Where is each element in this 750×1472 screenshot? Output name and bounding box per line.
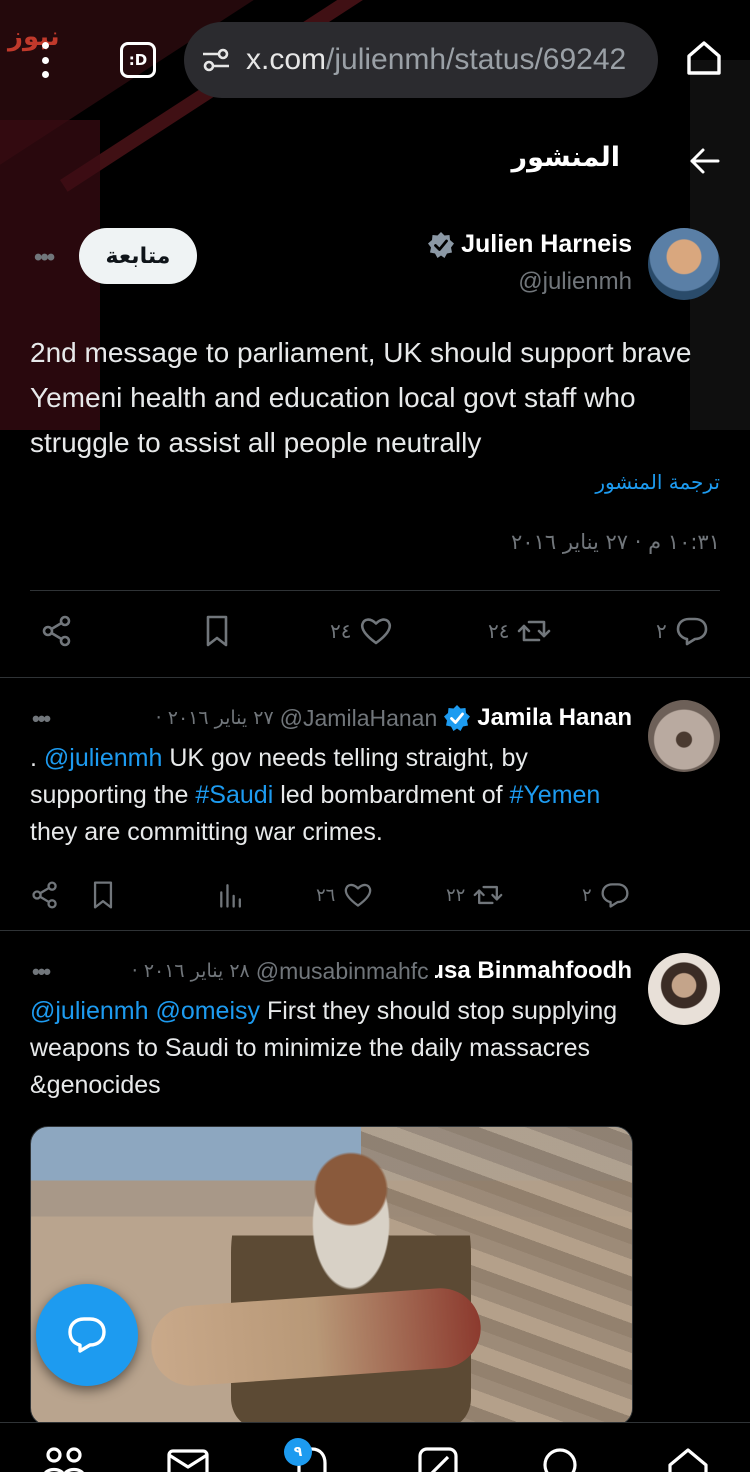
- follow-button[interactable]: متابعة: [79, 228, 197, 284]
- post-header: المنشور: [0, 130, 750, 190]
- avatar[interactable]: [648, 700, 720, 772]
- more-options-icon[interactable]: •••: [32, 706, 51, 732]
- nav-messages[interactable]: [166, 1445, 210, 1472]
- divider: [0, 930, 750, 931]
- reply-text: . @julienmh UK gov needs telling straigh…: [30, 744, 601, 846]
- repost-icon: [518, 620, 551, 642]
- reply-button[interactable]: ٢: [656, 614, 709, 648]
- grok-icon: [418, 1447, 458, 1472]
- share-icon: [32, 881, 57, 909]
- mention-link[interactable]: @julienmh: [44, 744, 162, 772]
- reply-button[interactable]: ٢: [582, 880, 630, 910]
- heart-icon: [345, 883, 372, 907]
- nav-search[interactable]: [540, 1445, 584, 1472]
- author-handle[interactable]: @julienmh: [518, 268, 632, 296]
- mention-link[interactable]: @omeisy: [155, 997, 260, 1025]
- home-icon: [668, 1448, 708, 1472]
- browser-toolbar: نيوز :D x.com/julienmh/status/69242: [0, 0, 750, 120]
- like-count: ٢٤: [330, 619, 352, 643]
- reply-actions: ٢٦ ٢٢ ٢: [0, 872, 750, 916]
- tab-switcher-button[interactable]: :D: [120, 42, 156, 78]
- more-options-icon[interactable]: •••: [34, 244, 55, 272]
- views-button[interactable]: [216, 880, 246, 910]
- reply-handle[interactable]: @musabinmahfc: [256, 958, 429, 985]
- share-button[interactable]: [30, 880, 60, 910]
- site-settings-icon[interactable]: [200, 44, 232, 76]
- bookmark-icon: [206, 615, 228, 647]
- repost-count: ٢٢: [446, 884, 466, 906]
- tweet-timestamp[interactable]: ١٠:٣١ م · ٢٧ يناير ٢٠١٦: [511, 530, 720, 554]
- hashtag-link[interactable]: #Yemen: [510, 781, 601, 809]
- tweet-text: 2nd message to parliament, UK should sup…: [30, 337, 692, 458]
- address-bar[interactable]: x.com/julienmh/status/69242: [184, 22, 658, 98]
- reply-header: · ٢٨ يناير ٢٠١٦ @musabinmahfc ɹsa Binmah…: [132, 957, 632, 985]
- verified-badge-icon: [428, 231, 455, 258]
- mention-link[interactable]: @julienmh: [30, 997, 148, 1025]
- repost-button[interactable]: ٢٢: [446, 880, 503, 910]
- reply-count: ٢: [656, 619, 667, 643]
- url-text: x.com/julienmh/status/69242: [246, 43, 627, 76]
- divider: [0, 677, 750, 678]
- tweet-media-image[interactable]: [30, 1126, 633, 1426]
- notification-badge: ٩: [284, 1438, 312, 1466]
- reply-header: · ٢٧ يناير ٢٠١٦ @JamilaHanan Jamila Hana…: [156, 704, 632, 732]
- share-icon: [42, 615, 71, 647]
- like-count: ٢٦: [316, 884, 336, 906]
- bookmark-button[interactable]: [200, 614, 234, 648]
- analytics-icon: [220, 884, 241, 908]
- share-button[interactable]: [40, 614, 74, 648]
- reply-author-name[interactable]: ɹsa Binmahfoodh: [435, 957, 632, 985]
- chat-bubble-icon: [68, 1317, 106, 1353]
- like-button[interactable]: ٢٦: [316, 880, 373, 910]
- comment-icon: [676, 617, 708, 646]
- hashtag-link[interactable]: #Saudi: [195, 781, 273, 809]
- avatar[interactable]: [648, 228, 720, 300]
- bookmark-button[interactable]: [88, 880, 118, 910]
- nav-communities[interactable]: [42, 1445, 86, 1472]
- reply-author-name[interactable]: Jamila Hanan: [477, 704, 632, 732]
- verified-badge-icon: [444, 705, 471, 731]
- repost-icon: [473, 885, 503, 905]
- repost-button[interactable]: ٢٤: [488, 614, 551, 648]
- author-name: Julien Harneis: [461, 230, 632, 258]
- tweet-actions: ٢٤ ٢٤ ٢: [0, 606, 750, 662]
- site-logo: نيوز: [8, 22, 60, 52]
- page-title: المنشور: [511, 142, 620, 173]
- home-icon[interactable]: [684, 38, 724, 78]
- reply-date[interactable]: · ٢٨ يناير ٢٠١٦: [132, 960, 250, 982]
- heart-icon: [361, 618, 392, 645]
- back-arrow-icon[interactable]: [688, 144, 722, 178]
- reply-date[interactable]: · ٢٧ يناير ٢٠١٦: [156, 707, 274, 729]
- mail-icon: [167, 1449, 209, 1472]
- divider: [30, 590, 720, 591]
- compose-reply-button[interactable]: [36, 1284, 138, 1386]
- reply-text: @julienmh @omeisy First they should stop…: [30, 997, 618, 1099]
- avatar[interactable]: [648, 953, 720, 1025]
- translate-post-link[interactable]: ترجمة المنشور: [595, 470, 720, 494]
- nav-home[interactable]: [666, 1445, 710, 1472]
- reply-handle[interactable]: @JamilaHanan: [280, 705, 438, 732]
- communities-icon: [44, 1447, 84, 1472]
- nav-grok[interactable]: [416, 1445, 460, 1472]
- reply-count: ٢: [582, 884, 592, 906]
- bottom-navigation: [0, 1422, 750, 1472]
- bookmark-icon: [93, 881, 113, 909]
- repost-count: ٢٤: [488, 619, 510, 643]
- author-name-row[interactable]: Julien Harneis: [427, 230, 632, 259]
- like-button[interactable]: ٢٤: [330, 614, 393, 648]
- more-options-icon[interactable]: •••: [32, 959, 51, 985]
- comment-icon: [601, 883, 629, 908]
- browser-menu-icon[interactable]: [40, 42, 50, 78]
- search-icon: [543, 1448, 577, 1472]
